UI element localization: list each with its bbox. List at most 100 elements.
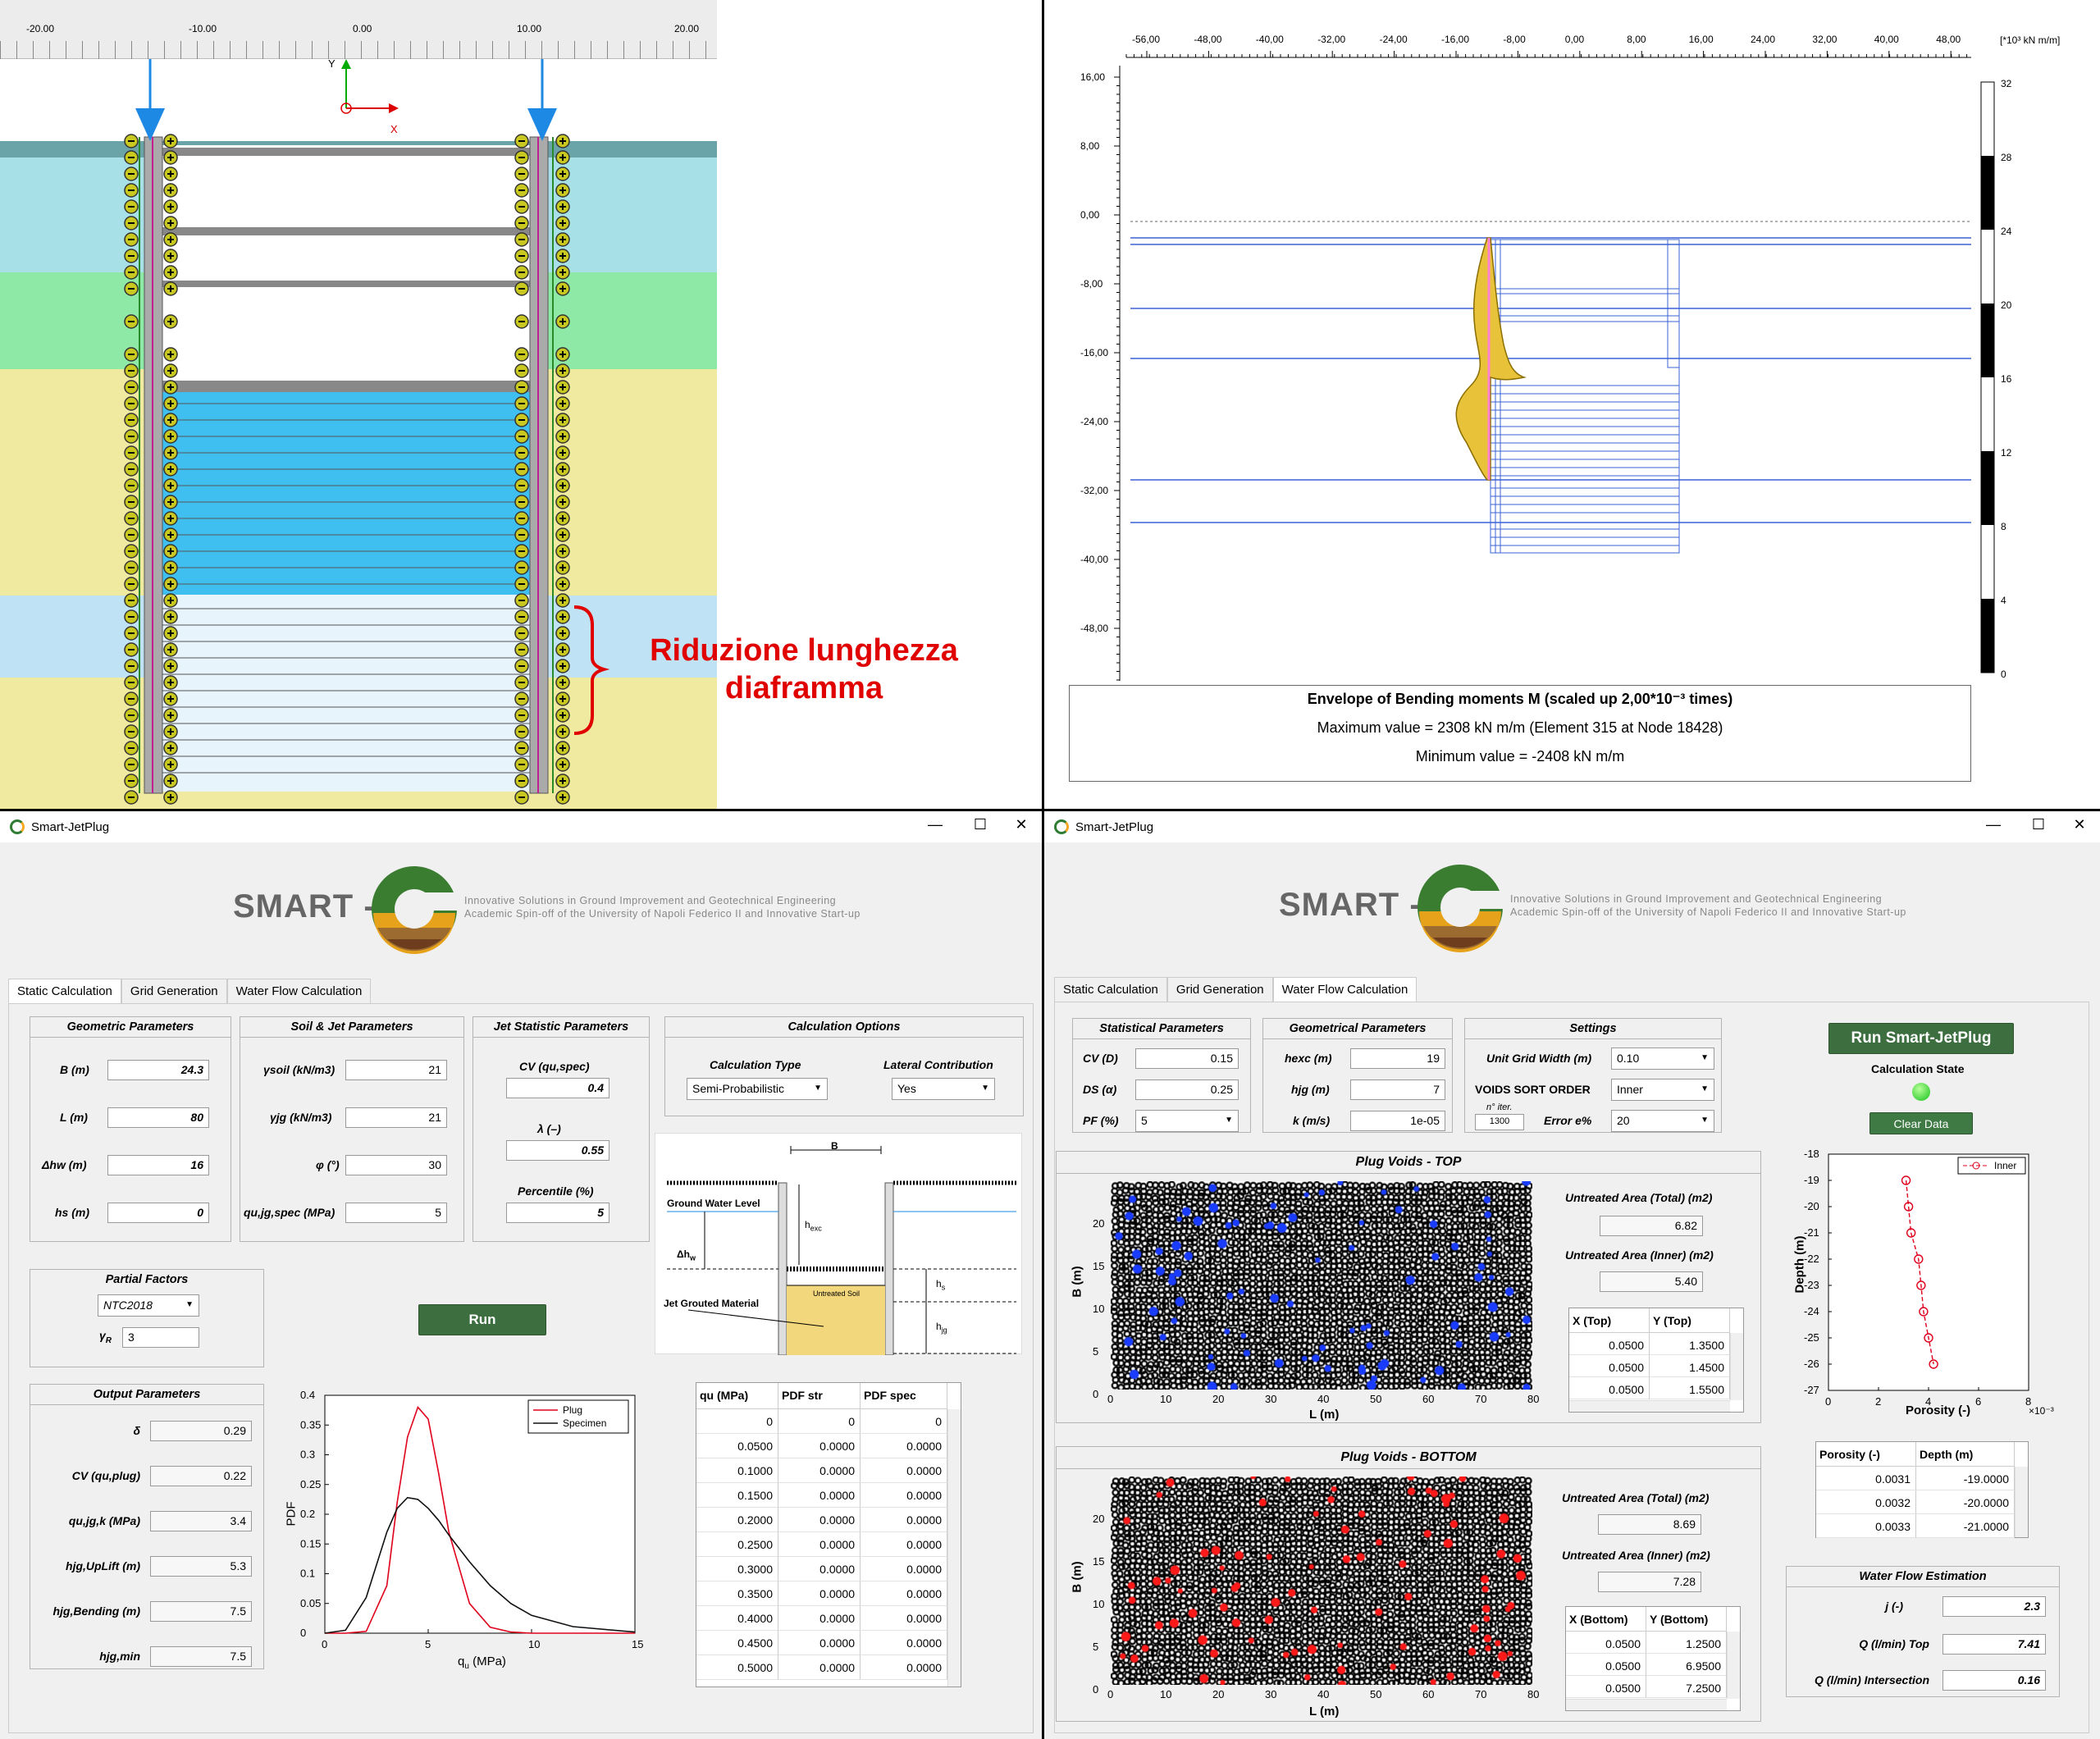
gamma-r-label: γR — [99, 1329, 112, 1345]
ds-input[interactable]: 0.25 — [1135, 1079, 1239, 1100]
table-scrollbar[interactable] — [2015, 1467, 2028, 1537]
close-icon[interactable]: ✕ — [1005, 816, 1038, 833]
por-x-tick: 6 — [1975, 1395, 1981, 1408]
q1-section-drawing: Y X — [0, 59, 717, 810]
run-button[interactable]: Run — [418, 1304, 546, 1335]
phi-input[interactable]: 30 — [345, 1155, 447, 1175]
table-hscrollbar[interactable] — [1569, 1400, 1730, 1412]
maximize-icon[interactable]: ☐ — [964, 816, 997, 833]
table-cell: -21.0000 — [1916, 1514, 2015, 1538]
tab-water-flow[interactable]: Water Flow Calculation — [226, 979, 372, 1003]
hexc-input[interactable]: 19 — [1350, 1048, 1445, 1069]
hs-input[interactable]: 0 — [107, 1203, 209, 1223]
tab-grid-generation[interactable]: Grid Generation — [121, 979, 227, 1003]
close-icon[interactable]: ✕ — [2063, 816, 2096, 833]
l-input[interactable]: 80 — [107, 1107, 209, 1128]
table-cell: 0.4000 — [696, 1606, 778, 1631]
porosity-table[interactable]: Porosity (-) Depth (m) 0.0031 -19.0000 0.0… — [1815, 1441, 2029, 1538]
diagram-hexc-label: hexc — [805, 1219, 822, 1233]
error-select[interactable]: 20 — [1611, 1110, 1714, 1132]
calc-type-select[interactable]: Semi-Probabilistic — [687, 1078, 828, 1100]
voids-y-tick: 0 — [1093, 1683, 1099, 1696]
voids-top-table[interactable]: X (Top) Y (Top) 0.0500 1.3500 0.0500 1.4500… — [1568, 1308, 1744, 1413]
voids-x-tick: 40 — [1317, 1688, 1330, 1700]
tab-bar: Static Calculation Grid Generation Water… — [1054, 977, 1418, 1002]
cv-plug-output: 0.22 — [150, 1466, 252, 1486]
col-header: X (Bottom) — [1566, 1607, 1646, 1632]
scale-tick-label: 32 — [2001, 78, 2012, 89]
table-cell: 0 — [778, 1409, 861, 1434]
tab-grid-generation[interactable]: Grid Generation — [1166, 977, 1273, 1002]
por-y-tick: -26 — [1804, 1358, 1819, 1370]
pdf-x-tick: 15 — [632, 1638, 643, 1650]
minimize-icon[interactable]: — — [919, 816, 952, 833]
pdf-y-tick: 0.35 — [300, 1418, 321, 1431]
cv-spec-input[interactable]: 0.4 — [506, 1078, 609, 1098]
minimize-icon[interactable]: — — [1977, 816, 2010, 833]
voids-x-tick: 60 — [1422, 1393, 1435, 1405]
brand-header: SMART - Innovative Solutions in Ground I… — [1044, 852, 2100, 975]
j-label: j (-) — [1885, 1600, 1903, 1613]
bending-output: 7.5 — [150, 1601, 252, 1622]
y-tick-label: -48,00 — [1080, 623, 1108, 634]
table-cell: 0.0500 — [1566, 1632, 1646, 1654]
y-tick-label: 16,00 — [1080, 71, 1105, 83]
k-input[interactable]: 1e-05 — [1350, 1111, 1445, 1131]
porosity-chart-svg: 0 2 4 6 8-18-19-20-21-22-23-24-25-26-27Inner — [1804, 1148, 2031, 1408]
error-label: Error e% — [1544, 1114, 1592, 1127]
clear-data-button[interactable]: Clear Data — [1869, 1112, 1973, 1134]
brand-header: SMART - Innovative Solutions in Ground I… — [0, 852, 1042, 975]
scale-tick-label: 24 — [2001, 226, 2012, 237]
voids-y-tick: 5 — [1093, 1345, 1099, 1358]
q-int-label: Q (l/min) Intersection — [1814, 1673, 1929, 1687]
table-scrollbar[interactable] — [1730, 1333, 1743, 1400]
k-label: k (m/s) — [1293, 1114, 1331, 1127]
unit-grid-select[interactable]: 0.10 — [1611, 1048, 1714, 1070]
run-smart-jetplug-button[interactable]: Run Smart-JetPlug — [1828, 1023, 2014, 1054]
y-tick-label: -8,00 — [1080, 278, 1103, 290]
table-cell: -20.0000 — [1916, 1490, 2015, 1514]
dhw-input[interactable]: 16 — [107, 1155, 209, 1175]
voids-sort-select[interactable]: Inner — [1611, 1079, 1714, 1101]
tab-static-calculation[interactable]: Static Calculation — [1054, 977, 1167, 1002]
b-input[interactable]: 24.3 — [107, 1060, 209, 1080]
unit-grid-label: Unit Grid Width (m) — [1486, 1052, 1592, 1065]
table-hscrollbar[interactable] — [1566, 1699, 1727, 1710]
lateral-select[interactable]: Yes — [892, 1078, 995, 1100]
lambda-input[interactable]: 0.55 — [506, 1140, 609, 1161]
qu-spec-input[interactable]: 5 — [345, 1203, 447, 1223]
cv-d-input[interactable]: 0.15 — [1135, 1048, 1239, 1069]
iter-input[interactable]: 1300 — [1475, 1114, 1524, 1130]
annotation-line-2: diaframma — [724, 671, 883, 705]
table-scrollbar[interactable] — [947, 1409, 961, 1687]
cv-spec-label: CV (qu,spec) — [519, 1060, 590, 1073]
gamma-soil-input[interactable]: 21 — [345, 1060, 447, 1080]
voids-x-tick: 30 — [1265, 1393, 1277, 1405]
ua-inner-output: 5.40 — [1600, 1271, 1703, 1292]
y-tick-label: 0,00 — [1080, 209, 1100, 221]
panel-title: Water Flow Estimation — [1787, 1567, 2059, 1587]
table-scrollbar[interactable] — [1727, 1632, 1740, 1699]
axis-x-label: X — [390, 123, 398, 135]
table-cell: 0.0000 — [778, 1582, 861, 1606]
tab-water-flow[interactable]: Water Flow Calculation — [1272, 977, 1418, 1002]
table-cell: 0.0000 — [861, 1655, 947, 1680]
ua-total-label: Untreated Area (Total) (m2) — [1562, 1491, 1710, 1504]
table-cell: 0.1500 — [696, 1483, 778, 1508]
pf-select[interactable]: 5 — [1135, 1110, 1239, 1132]
gamma-r-input[interactable]: 3 — [122, 1327, 199, 1348]
hjg-input[interactable]: 7 — [1350, 1079, 1445, 1100]
geometrical-panel: Geometrical Parameters hexc (m) 19 hjg (… — [1262, 1018, 1453, 1133]
maximize-icon[interactable]: ☐ — [2022, 816, 2055, 833]
pdf-table[interactable]: qu (MPa) PDF str PDF spec 0 0 0 0.0500 0.000… — [696, 1382, 961, 1687]
tab-static-calculation[interactable]: Static Calculation — [8, 979, 121, 1003]
voids-x-tick: 0 — [1107, 1688, 1114, 1700]
ua-inner-label: Untreated Area (Inner) (m2) — [1565, 1248, 1714, 1262]
voids-bottom-table[interactable]: X (Bottom) Y (Bottom) 0.0500 1.2500 0.0500… — [1565, 1606, 1741, 1711]
voids-x-tick: 50 — [1370, 1688, 1382, 1700]
percentile-input[interactable]: 5 — [506, 1203, 609, 1223]
q-top-label: Q (l/min) Top — [1859, 1637, 1929, 1650]
gamma-jg-input[interactable]: 21 — [345, 1107, 447, 1128]
panel-title: Geometrical Parameters — [1263, 1019, 1452, 1039]
code-select[interactable]: NTC2018 — [98, 1294, 199, 1317]
